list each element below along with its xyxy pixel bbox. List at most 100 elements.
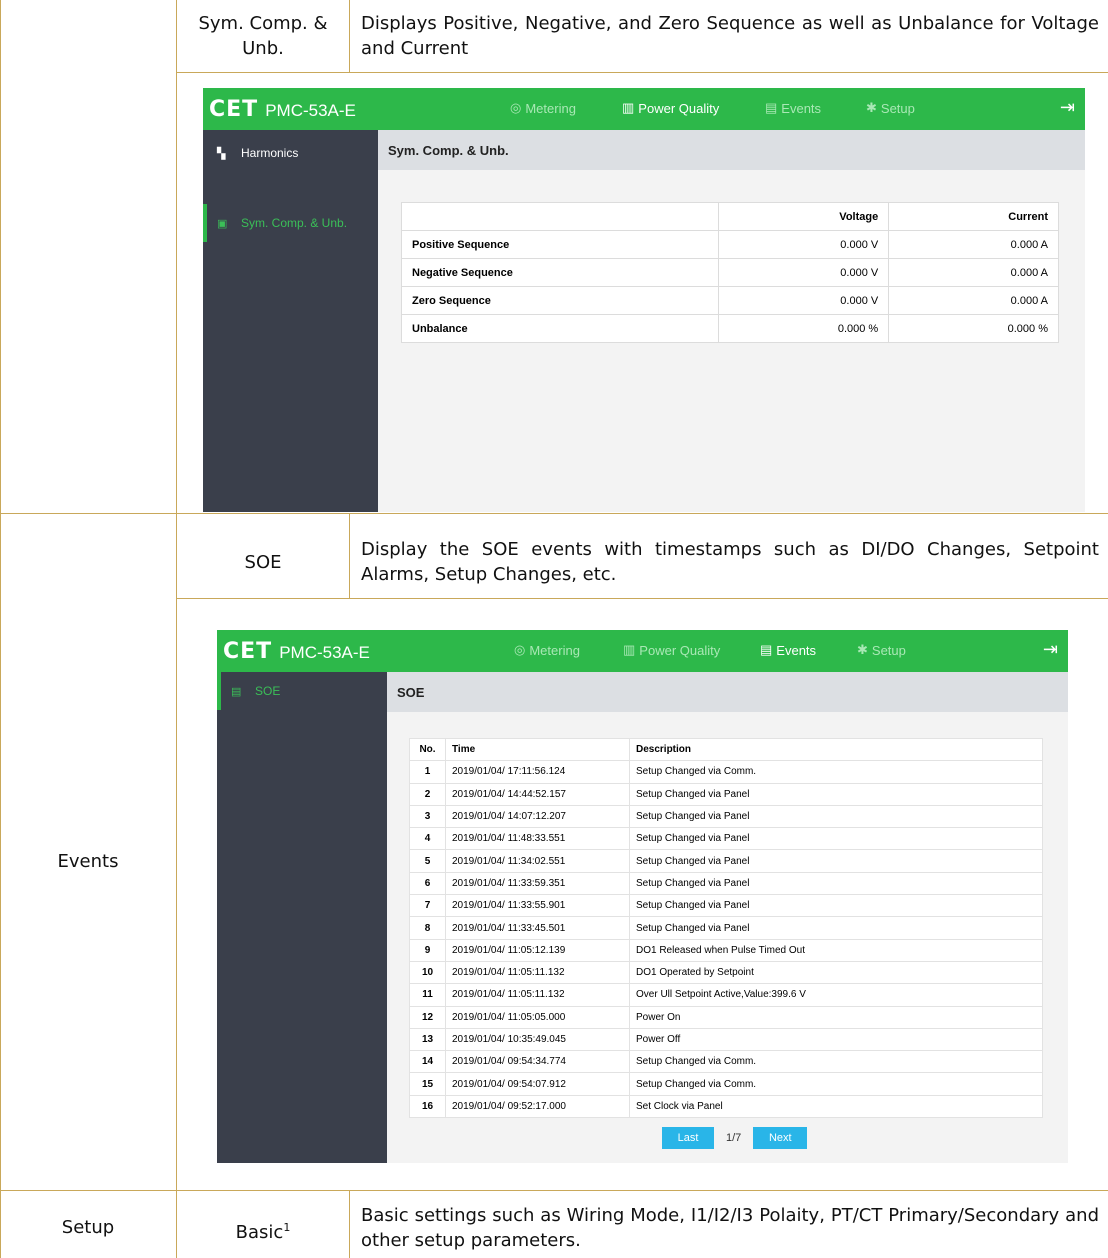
event-time: 2019/01/04/ 14:07:12.207	[445, 804, 630, 829]
event-time: 2019/01/04/ 11:05:11.132	[445, 983, 630, 1007]
event-number: 13	[409, 1027, 446, 1052]
gauge-icon: ◎	[510, 100, 522, 115]
voltage-value: 0.000 %	[718, 314, 890, 343]
screenshot-sym-comp: CET PMC-53A-E ◎ Metering ▥ Power Quality ▤…	[203, 88, 1085, 512]
table-border-left	[0, 0, 1, 1258]
description-soe: Display the SOE events with timestamps s…	[361, 539, 1099, 585]
event-number: 5	[409, 849, 446, 873]
event-time: 2019/01/04/ 11:05:11.132	[445, 960, 630, 985]
event-number: 15	[409, 1072, 446, 1096]
table-row: 16 2019/01/04/ 09:52:17.000 Set Clock via …	[409, 1094, 1043, 1119]
event-time: 2019/01/04/ 14:44:52.157	[445, 782, 630, 806]
logout-icon[interactable]: ⇥	[1060, 97, 1075, 118]
event-number: 9	[409, 938, 446, 962]
subfunction-basic: Basic1	[235, 1221, 291, 1243]
event-description: Set Clock via Panel	[629, 1094, 1043, 1119]
table-header-row: No. Time Description	[409, 737, 1043, 762]
event-description: Setup Changed via Comm.	[629, 1050, 1043, 1074]
event-description: Over Ull Setpoint Active,Value:399.6 V	[629, 983, 1043, 1007]
table-col-divider-2	[349, 0, 350, 72]
gear-icon: ✱	[866, 100, 877, 115]
event-description: Setup Changed via Panel	[629, 827, 1043, 851]
event-description: Setup Changed via Comm.	[629, 1072, 1043, 1096]
event-number: 11	[409, 983, 446, 1007]
event-number: 14	[409, 1050, 446, 1074]
event-time: 2019/01/04/ 11:33:55.901	[445, 894, 630, 918]
row-label: Unbalance	[400, 314, 720, 343]
sym-comp-table: Voltage Current Positive Sequence 0.000 V…	[400, 202, 1059, 343]
event-description: Setup Changed via Panel	[629, 871, 1043, 896]
nav-setup[interactable]: ✱ Setup	[857, 642, 906, 658]
event-time: 2019/01/04/ 11:34:02.551	[445, 849, 630, 873]
logout-icon[interactable]: ⇥	[1043, 639, 1058, 660]
table-row: 15 2019/01/04/ 09:54:07.912 Setup Changed …	[409, 1072, 1043, 1096]
column-header-voltage: Voltage	[718, 202, 890, 231]
table-row: Negative Sequence 0.000 V 0.000 A	[400, 258, 1059, 287]
nav-metering[interactable]: ◎ Metering	[510, 100, 576, 116]
current-value: 0.000 A	[888, 230, 1059, 259]
sidebar-item-harmonics[interactable]: ▚ Harmonics	[203, 134, 378, 172]
column-header-no: No.	[409, 737, 446, 762]
sidebar: ▤ SOE	[217, 672, 387, 1163]
sidebar-item-sym-comp[interactable]: ▣ Sym. Comp. & Unb.	[203, 204, 378, 242]
calendar-icon: ▤	[765, 100, 778, 115]
nav-power-quality[interactable]: ▥ Power Quality	[623, 642, 720, 658]
pagination: Last 1/7 Next	[662, 1127, 808, 1149]
table-row: 11 2019/01/04/ 11:05:11.132 Over Ull Setpo…	[409, 983, 1043, 1007]
event-time: 2019/01/04/ 17:11:56.124	[445, 760, 630, 784]
page-title: SOE	[387, 672, 1068, 712]
subfunction-sym-comp: Sym. Comp. & Unb.	[198, 13, 328, 59]
event-number: 6	[409, 871, 446, 896]
page-indicator: 1/7	[726, 1132, 742, 1144]
current-value: 0.000 A	[888, 258, 1059, 287]
subfunction-soe: SOE	[244, 552, 282, 573]
table-row: 10 2019/01/04/ 11:05:11.132 DO1 Operated b…	[409, 960, 1043, 985]
event-time: 2019/01/04/ 09:54:07.912	[445, 1072, 630, 1096]
footnote-marker: 1	[283, 1221, 291, 1234]
soe-table: No. Time Description 1 2019/01/04/ 17:11:…	[409, 737, 1043, 1119]
table-row: 1 2019/01/04/ 17:11:56.124 Setup Changed v…	[409, 760, 1043, 784]
nav-events[interactable]: ▤ Events	[760, 642, 816, 658]
chart-icon: ▚	[217, 147, 226, 160]
event-time: 2019/01/04/ 09:54:34.774	[445, 1050, 630, 1074]
nav-events[interactable]: ▤ Events	[765, 100, 821, 116]
table-row: 6 2019/01/04/ 11:33:59.351 Setup Changed v…	[409, 871, 1043, 896]
app-logo: CET PMC-53A-E	[223, 639, 370, 663]
column-header-time: Time	[445, 737, 630, 762]
event-number: 10	[409, 960, 446, 985]
next-page-button[interactable]: Next	[753, 1127, 808, 1149]
nav-power-quality[interactable]: ▥ Power Quality	[622, 100, 719, 116]
event-number: 12	[409, 1005, 446, 1029]
voltage-value: 0.000 V	[718, 258, 890, 287]
nav-metering[interactable]: ◎ Metering	[514, 642, 580, 658]
calendar-icon: ▤	[760, 642, 773, 657]
screenshot-soe: CET PMC-53A-E ◎ Metering ▥ Power Quality ▤…	[217, 630, 1068, 1163]
table-row: 7 2019/01/04/ 11:33:55.901 Setup Changed v…	[409, 894, 1043, 918]
voltage-value: 0.000 V	[718, 230, 890, 259]
page-title: Sym. Comp. & Unb.	[378, 130, 1085, 170]
column-header-current: Current	[888, 202, 1059, 231]
device-model: PMC-53A-E	[279, 643, 370, 662]
current-value: 0.000 %	[888, 314, 1059, 343]
nav-setup[interactable]: ✱ Setup	[866, 100, 915, 116]
app-topbar: CET PMC-53A-E ◎ Metering ▥ Power Quality ▤…	[203, 88, 1085, 130]
event-number: 16	[409, 1094, 446, 1119]
table-row: 8 2019/01/04/ 11:33:45.501 Setup Changed v…	[409, 916, 1043, 940]
sidebar-item-soe[interactable]: ▤ SOE	[217, 672, 387, 710]
table-rule	[176, 72, 1108, 73]
last-page-button[interactable]: Last	[662, 1127, 714, 1149]
device-model: PMC-53A-E	[265, 101, 356, 120]
gear-icon: ✱	[857, 642, 868, 657]
bar-chart-icon: ▥	[622, 100, 635, 115]
column-header-description: Description	[629, 737, 1043, 762]
event-description: Setup Changed via Comm.	[629, 760, 1043, 784]
table-rule	[0, 513, 1108, 514]
event-number: 2	[409, 782, 446, 806]
bar-chart-icon: ▥	[623, 642, 636, 657]
current-value: 0.000 A	[888, 286, 1059, 315]
table-row: Unbalance 0.000 % 0.000 %	[400, 314, 1059, 343]
app-topbar: CET PMC-53A-E ◎ Metering ▥ Power Quality ▤…	[217, 630, 1068, 672]
event-description: Setup Changed via Panel	[629, 916, 1043, 940]
event-description: DO1 Operated by Setpoint	[629, 960, 1043, 985]
row-label: Positive Sequence	[400, 230, 720, 259]
